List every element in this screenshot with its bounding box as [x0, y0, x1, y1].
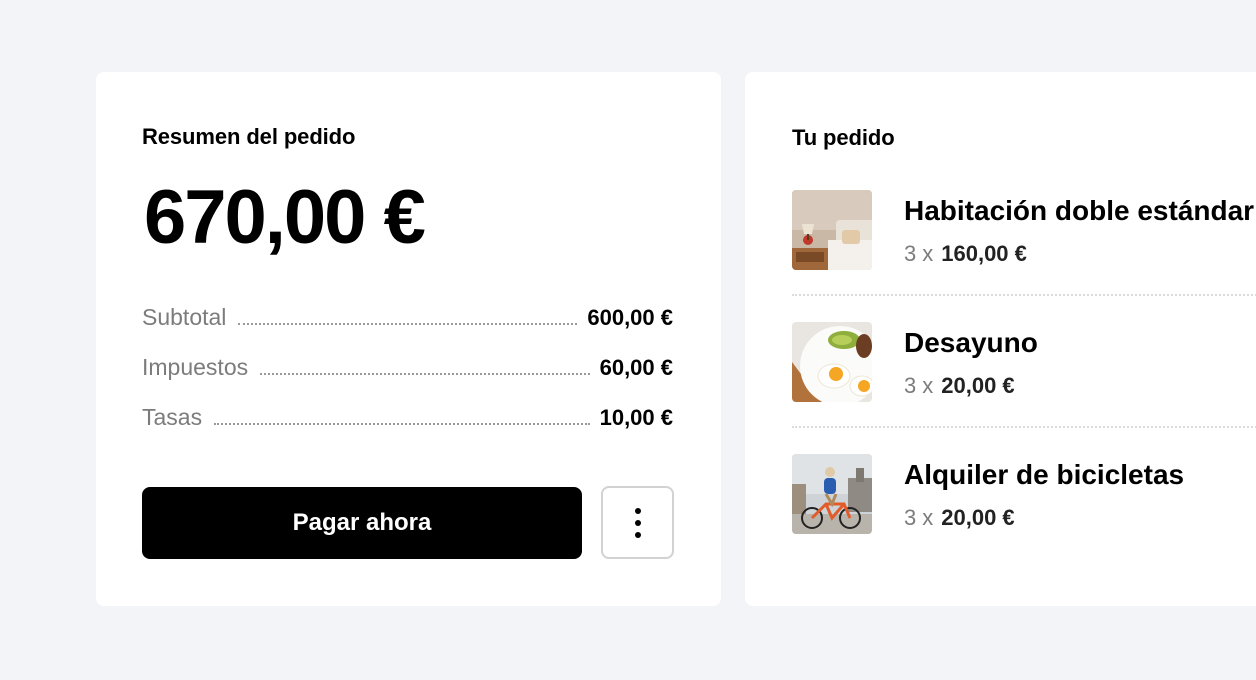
order-card: Tu pedido Habitación doble estándar 3 x … — [745, 72, 1256, 606]
price-breakdown: Subtotal 600,00 € Impuestos 60,00 € Tasa… — [142, 304, 673, 454]
item-quantity: 3 — [904, 373, 917, 398]
breakdown-row-subtotal: Subtotal 600,00 € — [142, 304, 673, 354]
breakdown-label: Tasas — [142, 404, 203, 430]
list-item: Habitación doble estándar 3 x 160,00 € — [792, 190, 1256, 322]
dotted-leader — [238, 323, 578, 325]
pay-now-button[interactable]: Pagar ahora — [142, 487, 582, 559]
dotted-leader — [214, 423, 590, 425]
item-name: Alquiler de bicicletas — [904, 459, 1185, 490]
list-item: Alquiler de bicicletas 3 x 20,00 € — [792, 426, 1256, 586]
more-vertical-icon-dot — [634, 531, 641, 538]
multiply-sign: x — [922, 505, 934, 530]
order-title: Tu pedido — [792, 125, 895, 150]
order-items-list: Habitación doble estándar 3 x 160,00 € D… — [792, 190, 1256, 586]
multiply-sign: x — [922, 241, 934, 266]
breakdown-value: 10,00 € — [599, 405, 673, 430]
list-item: Desayuno 3 x 20,00 € — [792, 294, 1256, 454]
bicycle-photo — [792, 454, 872, 534]
hotel-room-photo — [792, 190, 872, 270]
item-name: Habitación doble estándar — [904, 195, 1255, 226]
breakfast-photo — [792, 322, 872, 402]
multiply-sign: x — [922, 373, 934, 398]
breakdown-row-fees: Tasas 10,00 € — [142, 404, 673, 454]
dotted-leader — [260, 373, 590, 375]
more-options-button[interactable] — [601, 486, 674, 559]
item-price: 20,00 € — [941, 505, 1015, 530]
item-price: 20,00 € — [941, 373, 1015, 398]
item-quantity-price: 3 x 20,00 € — [904, 505, 1015, 531]
item-name: Desayuno — [904, 327, 1038, 358]
item-quantity-price: 3 x 160,00 € — [904, 241, 1027, 267]
item-quantity: 3 — [904, 505, 917, 530]
item-price: 160,00 € — [941, 241, 1027, 266]
more-vertical-icon — [634, 507, 641, 514]
breakdown-label: Subtotal — [142, 304, 227, 330]
breakdown-value: 600,00 € — [587, 305, 673, 330]
order-summary-card: Resumen del pedido 670,00 € Subtotal 600… — [96, 72, 721, 606]
item-quantity: 3 — [904, 241, 917, 266]
summary-title: Resumen del pedido — [142, 124, 356, 149]
item-quantity-price: 3 x 20,00 € — [904, 373, 1015, 399]
breakdown-value: 60,00 € — [599, 355, 673, 380]
total-amount: 670,00 € — [144, 175, 426, 260]
breakdown-row-taxes: Impuestos 60,00 € — [142, 354, 673, 404]
breakdown-label: Impuestos — [142, 354, 249, 380]
more-vertical-icon-dot — [634, 519, 641, 526]
